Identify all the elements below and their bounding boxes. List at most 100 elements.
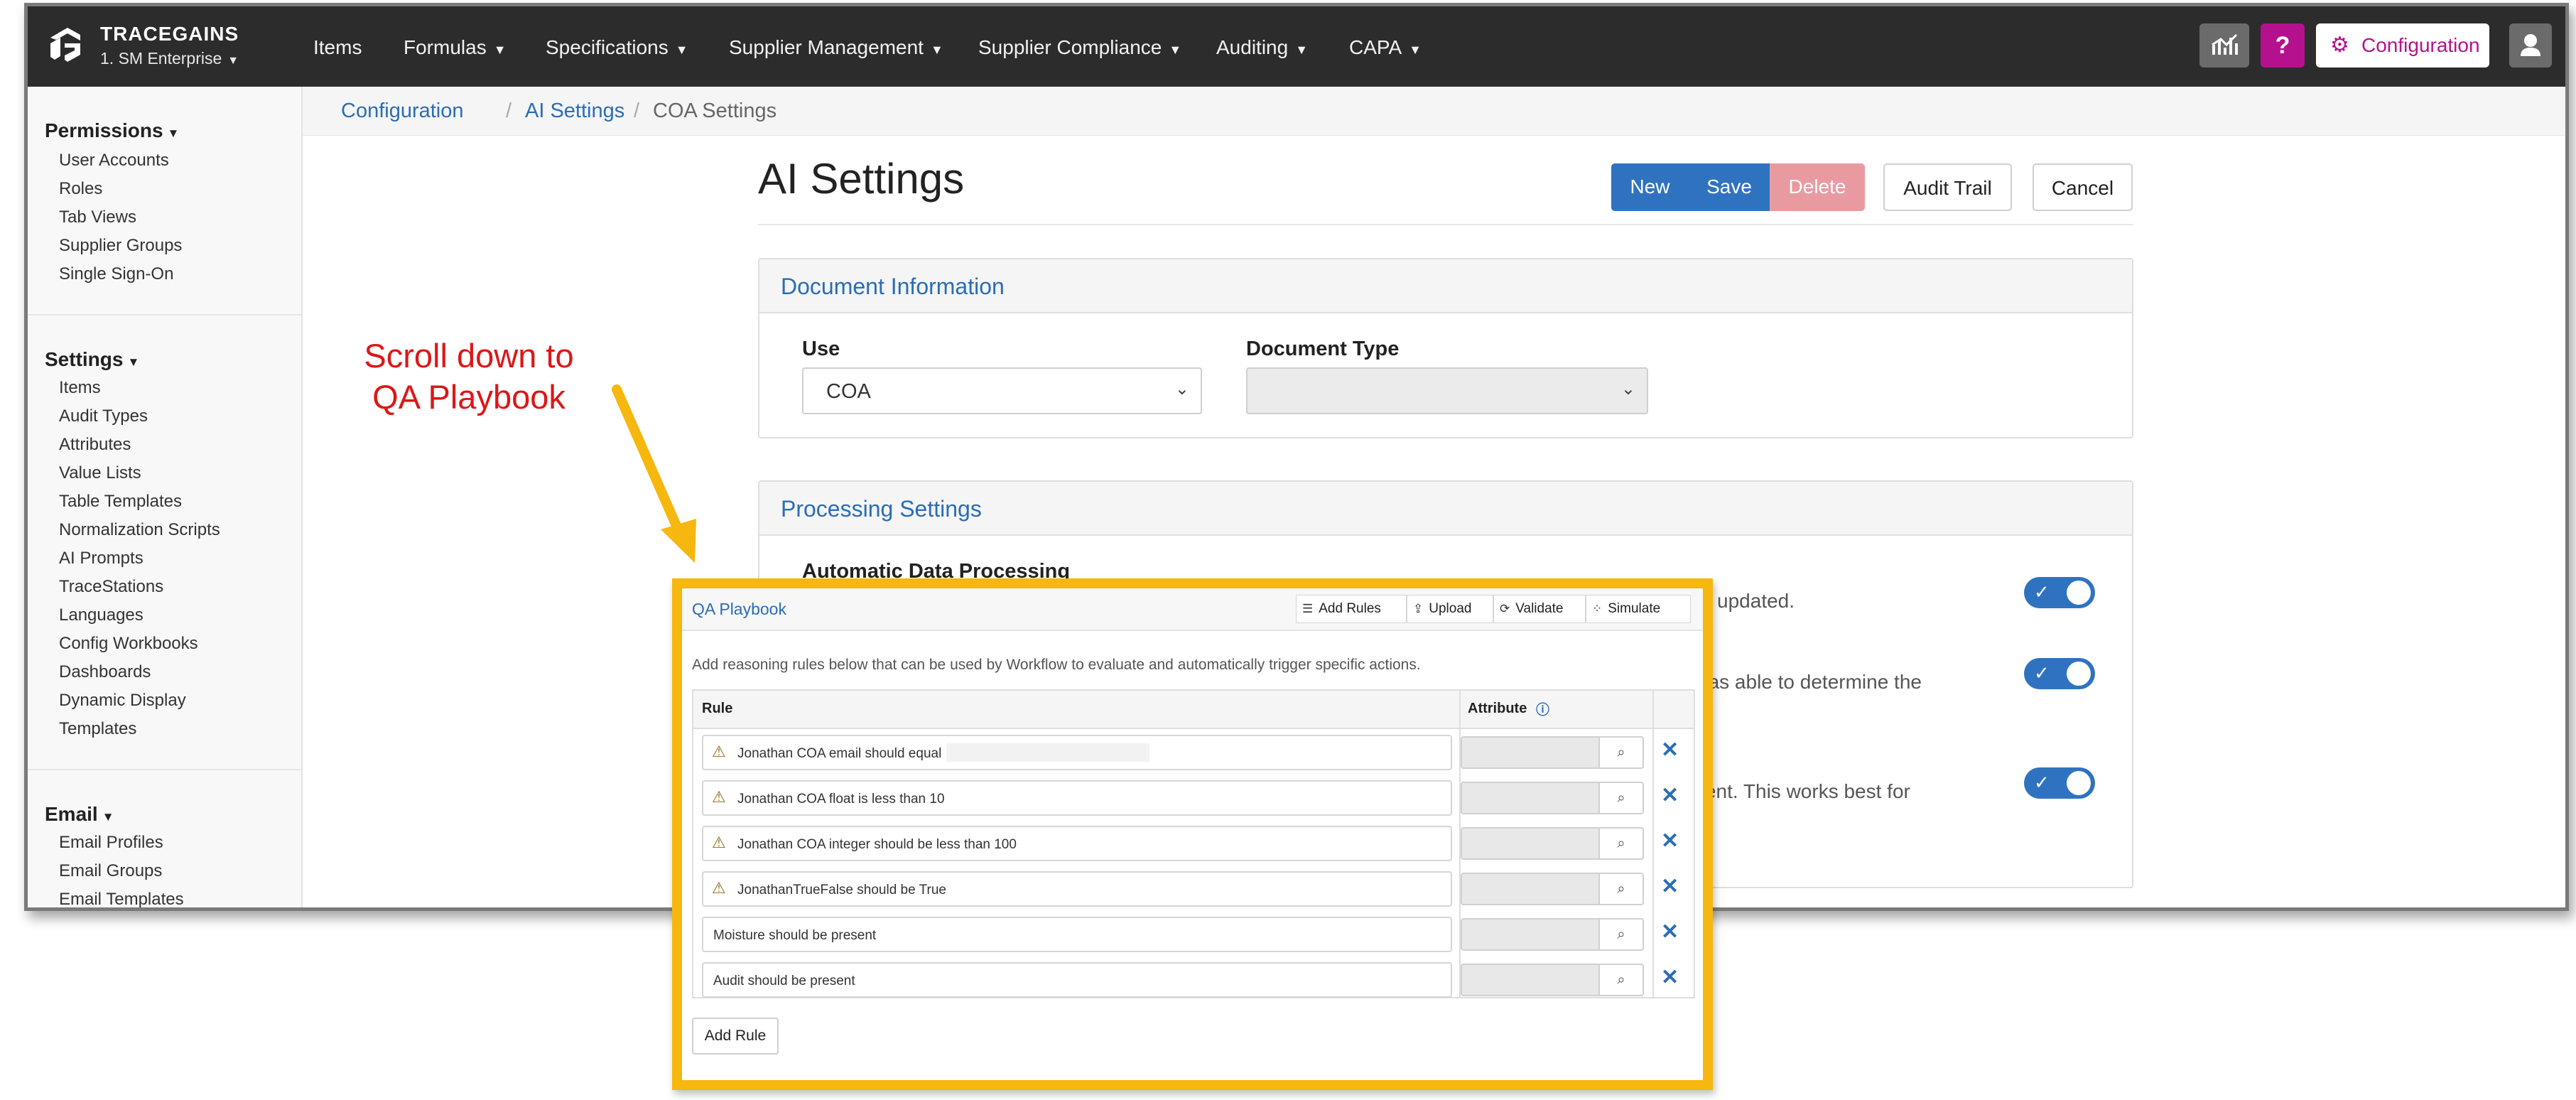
automatic-processing-toggle[interactable]: ✓ (2024, 577, 2095, 608)
document-information-panel: Document Information Use COA ⌄ Document … (758, 258, 2133, 438)
search-icon[interactable]: ⌕ (1600, 918, 1644, 951)
delete-rule-icon[interactable]: ✕ (1661, 920, 1679, 944)
configuration-sidebar: Permissions ▼ User Accounts Roles Tab Vie… (28, 87, 303, 907)
help-button[interactable]: ? (2261, 23, 2305, 68)
toggle-knob (2067, 662, 2091, 686)
rule-input[interactable]: ⚠ Jonathan COA integer should be less tha… (702, 826, 1452, 861)
nav-formulas[interactable]: Formulas ▼ (404, 36, 507, 59)
add-rules-button[interactable]: ☰ Add Rules (1296, 595, 1407, 623)
rule-column-header: Rule (693, 691, 1461, 729)
configuration-button[interactable]: ⚙ Configuration (2316, 23, 2489, 68)
nav-specifications[interactable]: Specifications ▼ (546, 36, 688, 59)
tracegains-logo-icon[interactable] (46, 22, 85, 65)
rule-input[interactable]: Moisture should be present (702, 917, 1452, 952)
sidebar-item-languages[interactable]: Languages (59, 605, 144, 625)
sidebar-item-templates[interactable]: Templates (59, 719, 136, 739)
sidebar-item-email-groups[interactable]: Email Groups (59, 861, 162, 881)
sidebar-item-email-profiles[interactable]: Email Profiles (59, 833, 163, 853)
document-type-select[interactable]: ⌄ (1246, 367, 1648, 414)
sidebar-item-normalization-scripts[interactable]: Normalization Scripts (59, 520, 220, 540)
sidebar-item-items[interactable]: Items (59, 378, 101, 398)
chevron-down-icon: ▼ (102, 810, 114, 824)
attribute-field[interactable] (1461, 736, 1600, 769)
processing-setting-toggle[interactable]: ✓ (2024, 658, 2095, 689)
sidebar-group-settings[interactable]: Settings ▼ (45, 348, 139, 371)
search-icon[interactable]: ⌕ (1600, 964, 1644, 996)
nav-supplier-compliance[interactable]: Supplier Compliance ▼ (978, 36, 1181, 59)
nav-formulas-label: Formulas (404, 36, 487, 58)
breadcrumb-separator: / (634, 99, 640, 122)
sidebar-item-ai-prompts[interactable]: AI Prompts (59, 549, 144, 568)
save-button[interactable]: Save (1689, 163, 1770, 211)
sidebar-item-dashboards[interactable]: Dashboards (59, 662, 151, 682)
sidebar-item-value-lists[interactable]: Value Lists (59, 463, 141, 483)
annotation-arrow-icon (612, 384, 696, 563)
sidebar-item-email-templates[interactable]: Email Templates (59, 890, 184, 907)
organization-switcher[interactable]: 1. SM Enterprise ▼ (100, 49, 239, 68)
sidebar-item-dynamic-display[interactable]: Dynamic Display (59, 691, 186, 711)
nav-supplier-management-label: Supplier Management (729, 36, 924, 58)
sidebar-item-config-workbooks[interactable]: Config Workbooks (59, 634, 198, 654)
list-icon: ☰ (1302, 602, 1314, 615)
rule-input[interactable]: ⚠ Jonathan COA email should equal (702, 735, 1452, 770)
sidebar-item-tracestations[interactable]: TraceStations (59, 577, 163, 597)
sidebar-item-single-sign-on[interactable]: Single Sign-On (59, 264, 173, 284)
attribute-column-label: Attribute (1468, 701, 1527, 716)
chevron-down-icon: ▼ (167, 126, 180, 140)
rule-text: Jonathan COA float is less than 10 (737, 792, 945, 807)
attribute-field[interactable] (1461, 918, 1600, 951)
delete-rule-icon[interactable]: ✕ (1661, 874, 1679, 899)
use-label: Use (802, 338, 840, 360)
attribute-field[interactable] (1461, 873, 1600, 905)
delete-rule-icon[interactable]: ✕ (1661, 829, 1679, 853)
analytics-button[interactable] (2199, 23, 2249, 68)
simulate-button[interactable]: ⁘ Simulate (1586, 595, 1691, 623)
sidebar-group-email[interactable]: Email ▼ (45, 803, 114, 826)
check-icon: ✓ (2034, 772, 2050, 793)
search-icon[interactable]: ⌕ (1600, 873, 1644, 905)
sidebar-item-user-accounts[interactable]: User Accounts (59, 151, 169, 171)
delete-rule-icon[interactable]: ✕ (1661, 783, 1679, 808)
table-row: ⚠ Jonathan COA integer should be less tha… (693, 819, 1694, 864)
cancel-button[interactable]: Cancel (2033, 163, 2133, 211)
add-rule-button[interactable]: Add Rule (692, 1018, 779, 1055)
use-select[interactable]: COA ⌄ (802, 367, 1202, 414)
sidebar-group-permissions[interactable]: Permissions ▼ (45, 119, 179, 142)
search-icon[interactable]: ⌕ (1600, 827, 1644, 860)
table-row: ⚠ Jonathan COA email should equal ⌕ ✕ (693, 728, 1694, 773)
sidebar-item-table-templates[interactable]: Table Templates (59, 492, 182, 512)
sidebar-item-attributes[interactable]: Attributes (59, 435, 131, 455)
validate-button[interactable]: ⟳ Validate (1493, 595, 1586, 623)
toggle-knob (2067, 581, 2091, 605)
audit-trail-button[interactable]: Audit Trail (1883, 163, 2012, 211)
nav-auditing[interactable]: Auditing ▼ (1216, 36, 1308, 59)
simulate-icon: ⁘ (1592, 602, 1603, 615)
info-icon[interactable]: ⓘ (1536, 699, 1549, 718)
sidebar-item-supplier-groups[interactable]: Supplier Groups (59, 236, 182, 256)
rule-input[interactable]: ⚠ Jonathan COA float is less than 10 (702, 780, 1452, 816)
breadcrumb-ai-settings[interactable]: AI Settings (525, 99, 624, 123)
new-button[interactable]: New (1611, 163, 1689, 211)
attribute-field[interactable] (1461, 964, 1600, 996)
breadcrumb-configuration[interactable]: Configuration (341, 99, 464, 123)
nav-items[interactable]: Items (313, 36, 362, 59)
search-icon[interactable]: ⌕ (1600, 782, 1644, 814)
attribute-field[interactable] (1461, 782, 1600, 814)
delete-rule-icon[interactable]: ✕ (1661, 738, 1679, 762)
processing-setting-toggle[interactable]: ✓ (2024, 767, 2095, 799)
rule-input[interactable]: Audit should be present (702, 962, 1452, 998)
upload-button[interactable]: ⇪ Upload (1407, 595, 1493, 623)
nav-supplier-management[interactable]: Supplier Management ▼ (729, 36, 943, 59)
delete-rule-icon[interactable]: ✕ (1661, 965, 1679, 990)
user-menu-button[interactable] (2509, 23, 2552, 68)
attribute-column-header: Attribute ⓘ (1461, 691, 1654, 729)
delete-button[interactable]: Delete (1770, 163, 1865, 211)
sidebar-item-audit-types[interactable]: Audit Types (59, 406, 148, 426)
user-icon (2521, 34, 2540, 56)
nav-capa[interactable]: CAPA ▼ (1349, 36, 1422, 59)
search-icon[interactable]: ⌕ (1600, 736, 1644, 769)
rule-input[interactable]: ⚠ JonathanTrueFalse should be True (702, 871, 1452, 907)
sidebar-item-tab-views[interactable]: Tab Views (59, 207, 136, 227)
sidebar-item-roles[interactable]: Roles (59, 179, 102, 199)
attribute-field[interactable] (1461, 827, 1600, 860)
